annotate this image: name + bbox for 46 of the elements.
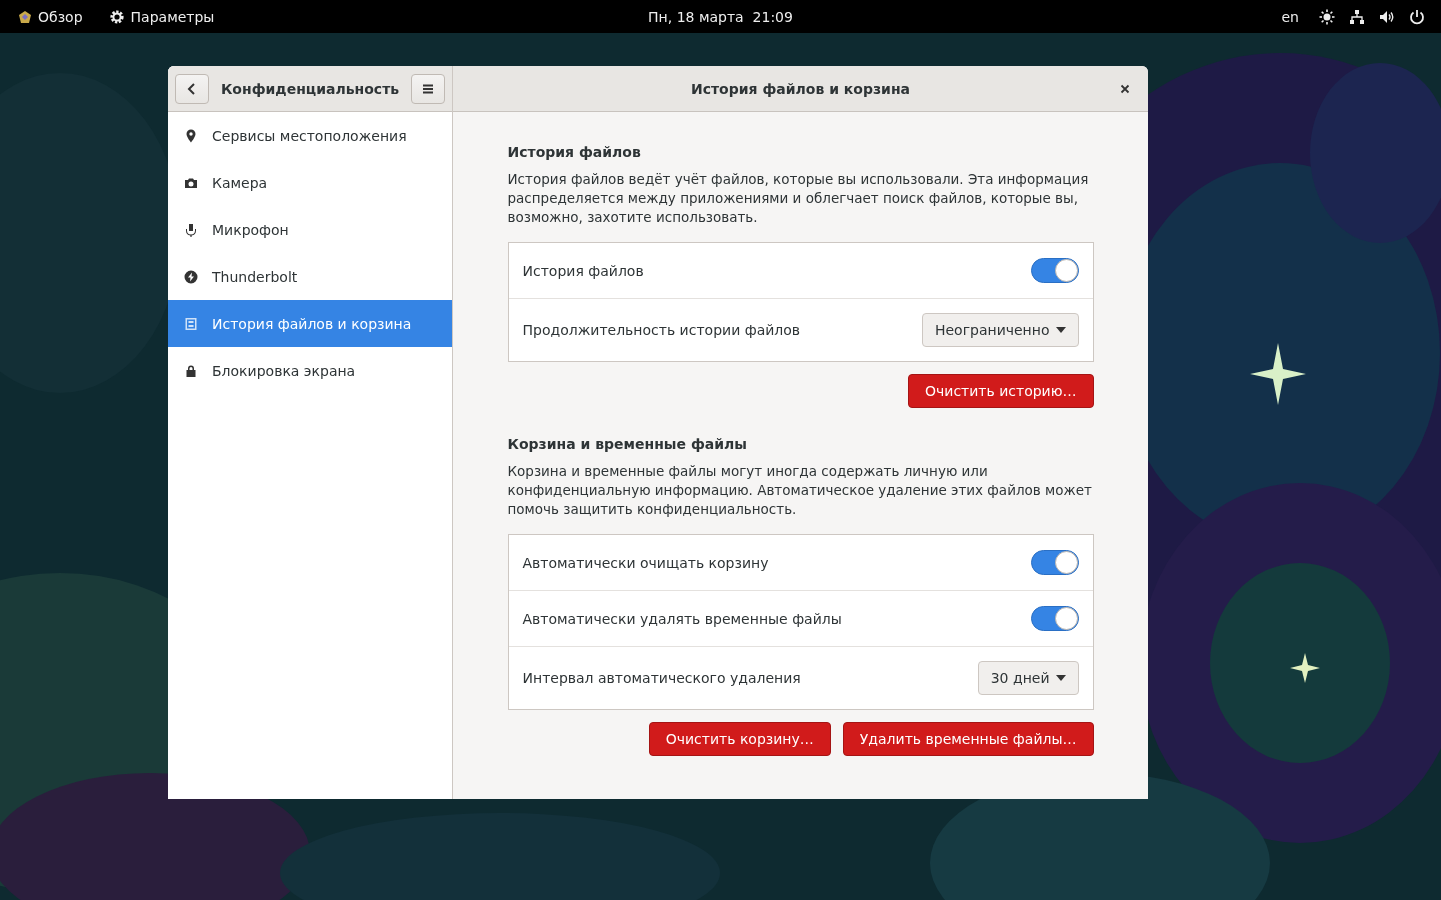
power-icon[interactable] [1409,8,1425,25]
keyboard-layout-indicator[interactable]: en [1281,8,1299,25]
window-title: История файлов и корзина [690,80,911,97]
destructive-button[interactable]: Удалить временные файлы… [842,722,1094,756]
location-pin-icon [184,128,198,143]
section-description: История файлов ведёт учёт файлов, которые вы использовали. Эта информация распределяется между приложениями и облегчает поиск файлов, которые вы, возможно, захотите использовать. [507,170,1090,227]
section-description: Корзина и временные файлы могут иногда содержать личную или конфиденциальную информацию. Автоматическое удаление этих файлов может помочь защитить конфиденциальность. [507,462,1093,519]
brightness-icon[interactable] [1319,8,1335,25]
row-label: Автоматически очищать корзину [522,554,769,571]
gear-icon [108,8,125,25]
app-menu-button[interactable]: Параметры [108,8,215,25]
sidebar-title: Конфиденциальность [220,80,400,97]
row-label: Продолжительность истории файлов [522,322,801,338]
activities-icon [18,9,32,24]
document-icon [184,316,198,331]
row-label: Автоматически удалять временные файлы [522,610,842,627]
toggle-switch[interactable] [1030,550,1079,575]
menu-button[interactable] [411,73,445,104]
sidebar-item[interactable]: Thunderbolt [168,253,452,300]
destructive-button[interactable]: Очистить историю… [908,374,1094,408]
sidebar-item[interactable]: История файлов и корзина [168,300,452,347]
close-icon [1120,84,1130,94]
section-heading: История файлов [507,144,642,160]
back-icon [187,82,197,95]
caret-icon [1055,675,1066,681]
microphone-icon [184,222,198,237]
back-button[interactable] [175,73,209,104]
toggle-switch[interactable] [1030,606,1079,631]
sidebar-item[interactable]: Микрофон [168,206,452,253]
row-label: Интервал автоматического удаления [522,670,801,686]
dropdown[interactable]: Неограниченно [921,313,1079,347]
sidebar-item[interactable]: Блокировка экрана [168,347,452,394]
destructive-button[interactable]: Очистить корзину… [648,722,831,756]
clock[interactable]: Пн, 18 марта 21:09 [648,8,793,25]
sidebar-item[interactable]: Сервисы местоположения [168,112,452,159]
sidebar-item[interactable]: Камера [168,159,452,206]
row-label: История файлов [522,262,644,279]
lock-icon [184,363,198,378]
toggle-switch[interactable] [1030,258,1079,283]
section-heading: Корзина и временные файлы [507,436,748,452]
menu-icon [422,83,434,94]
activities-button[interactable]: Обзор [18,8,83,25]
lightning-icon [184,269,198,284]
dropdown[interactable]: 30 дней [977,661,1079,695]
caret-icon [1055,327,1066,333]
network-icon[interactable] [1349,8,1365,25]
